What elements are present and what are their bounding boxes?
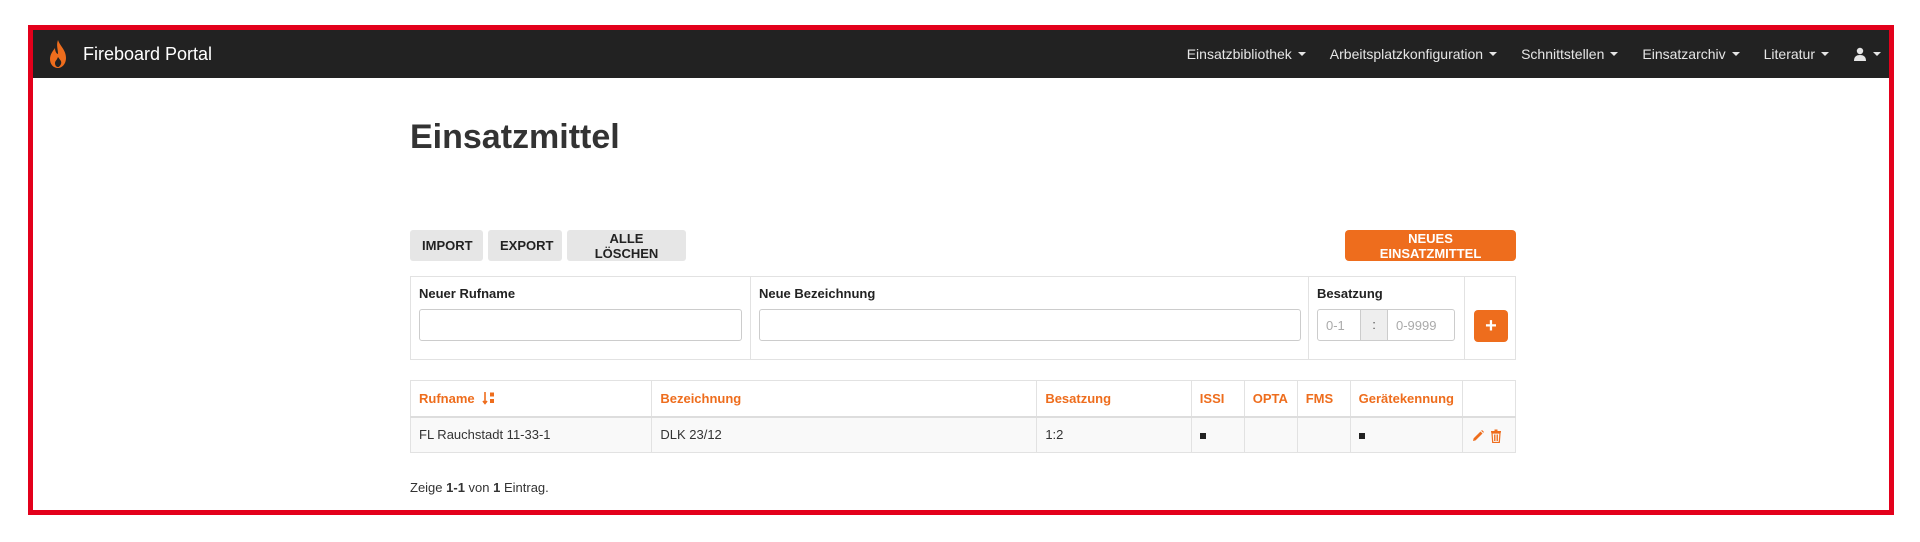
nav-label: Schnittstellen — [1521, 46, 1605, 62]
table-header-row: Rufname Bezeichnung Besatzung ISSI OPTA … — [409, 380, 1517, 418]
nav-einsatzarchiv[interactable]: Einsatzarchiv — [1630, 30, 1751, 78]
navbar: Fireboard Portal Einsatzbibliothek Arbei… — [33, 30, 1889, 78]
header-issi[interactable]: ISSI — [1190, 380, 1245, 418]
cell-besatzung: 1:2 — [1036, 416, 1192, 453]
besatzung-label: Besatzung — [1317, 286, 1383, 301]
header-bezeichnung[interactable]: Bezeichnung — [651, 380, 1038, 418]
caret-down-icon — [1873, 52, 1881, 56]
flame-logo-icon — [50, 40, 66, 68]
nav-user-menu[interactable] — [1841, 30, 1889, 78]
brand-name: Fireboard Portal — [83, 43, 213, 64]
bezeichnung-label: Neue Bezeichnung — [759, 286, 876, 301]
rufname-input[interactable] — [419, 309, 742, 341]
bezeichnung-input[interactable] — [759, 309, 1301, 341]
besatzung-a-input[interactable] — [1317, 309, 1361, 341]
nav-menu: Einsatzbibliothek Arbeitsplatzkonfigurat… — [1175, 30, 1889, 78]
header-label: Rufname — [419, 390, 475, 406]
brand[interactable]: Fireboard Portal — [47, 39, 212, 69]
app-frame: Fireboard Portal Einsatzbibliothek Arbei… — [28, 25, 1894, 515]
nav-einsatzbibliothek[interactable]: Einsatzbibliothek — [1175, 30, 1318, 78]
toolbar: IMPORT EXPORT ALLE LÖSCHEN NEUES EINSATZ… — [410, 230, 1516, 262]
export-button[interactable]: EXPORT — [488, 230, 562, 261]
caret-down-icon — [1731, 52, 1740, 56]
nav-label: Einsatzbibliothek — [1186, 46, 1292, 62]
pagination-summary: Zeige 1-1 von 1 Eintrag. — [410, 480, 549, 495]
sort-ascending-icon — [482, 391, 495, 405]
summary-suffix: Eintrag. — [500, 480, 549, 495]
cell-rufname: FL Rauchstadt 11-33-1 — [409, 416, 653, 453]
header-actions — [1461, 380, 1517, 418]
cell-bezeichnung: DLK 23/12 — [651, 416, 1038, 453]
nav-label: Arbeitsplatzkonfiguration — [1329, 46, 1484, 62]
import-button[interactable]: IMPORT — [410, 230, 483, 261]
delete-all-button[interactable]: ALLE LÖSCHEN — [567, 230, 686, 261]
page-title: Einsatzmittel — [410, 118, 620, 156]
nav-literatur[interactable]: Literatur — [1752, 30, 1841, 78]
new-einsatzmittel-button[interactable]: NEUES EINSATZMITTEL — [1345, 230, 1516, 261]
summary-prefix: Zeige — [410, 480, 447, 495]
cell-issi — [1190, 416, 1245, 453]
einsatzmittel-table: Rufname Bezeichnung Besatzung ISSI OPTA … — [409, 380, 1517, 453]
nav-arbeitsplatzkonfiguration[interactable]: Arbeitsplatzkonfiguration — [1318, 30, 1509, 78]
nav-label: Einsatzarchiv — [1642, 46, 1726, 62]
header-opta[interactable]: OPTA — [1243, 380, 1298, 418]
besatzung-separator: : — [1361, 309, 1387, 341]
bezeichnung-cell: Neue Bezeichnung — [751, 277, 1309, 359]
issi-set-marker — [1199, 432, 1206, 439]
caret-down-icon — [1297, 52, 1306, 56]
user-icon — [1854, 47, 1866, 61]
add-button[interactable]: + — [1474, 310, 1508, 342]
geraetekennung-set-marker — [1358, 432, 1365, 439]
caret-down-icon — [1821, 52, 1829, 56]
table-row: FL Rauchstadt 11-33-1 DLK 23/12 1:2 — [409, 416, 1517, 453]
cell-opta — [1243, 416, 1298, 453]
rufname-cell: Neuer Rufname — [411, 277, 751, 359]
besatzung-cell: Besatzung : — [1309, 277, 1465, 359]
caret-down-icon — [1489, 52, 1498, 56]
rufname-label: Neuer Rufname — [419, 286, 516, 301]
caret-down-icon — [1610, 52, 1619, 56]
header-geraetekennung[interactable]: Gerätekennung — [1349, 380, 1463, 418]
trash-icon[interactable] — [1489, 429, 1503, 443]
header-besatzung[interactable]: Besatzung — [1036, 380, 1192, 418]
header-rufname[interactable]: Rufname — [409, 380, 653, 418]
summary-middle: von — [464, 480, 494, 495]
besatzung-b-input[interactable] — [1387, 309, 1455, 341]
cell-fms — [1296, 416, 1351, 453]
pencil-icon[interactable] — [1471, 429, 1485, 443]
nav-schnittstellen[interactable]: Schnittstellen — [1509, 30, 1630, 78]
cell-actions — [1461, 416, 1517, 453]
summary-range: 1-1 — [446, 480, 465, 495]
nav-label: Literatur — [1763, 46, 1815, 62]
add-cell: + — [1465, 277, 1515, 359]
cell-geraetekennung — [1349, 416, 1463, 453]
new-entry-form: Neuer Rufname Neue Bezeichnung Besatzung… — [410, 276, 1516, 360]
header-fms[interactable]: FMS — [1296, 380, 1351, 418]
